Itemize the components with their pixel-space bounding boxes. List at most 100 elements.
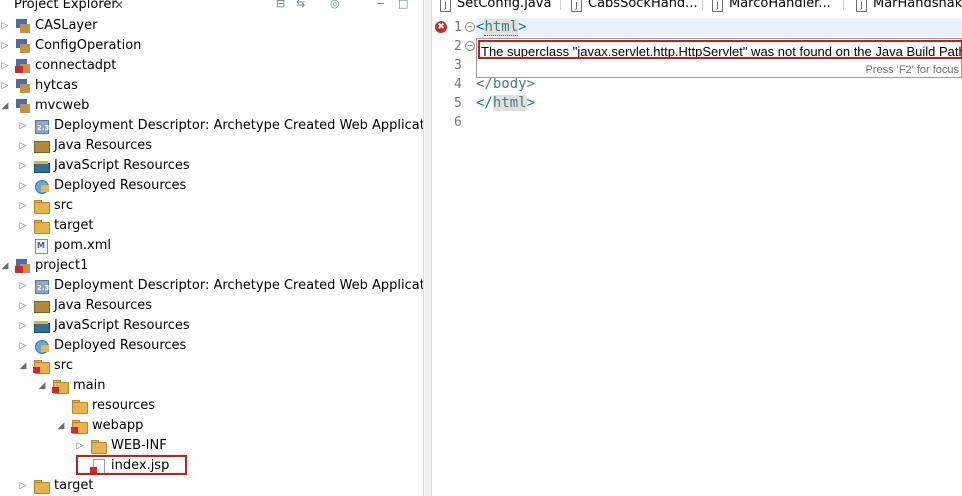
expand-arrow-icon[interactable]: ▷ bbox=[18, 276, 28, 296]
collapse-arrow-icon[interactable]: ◢ bbox=[0, 256, 10, 276]
expand-arrow-icon[interactable]: ▷ bbox=[0, 16, 10, 36]
maximize-icon[interactable]: □ bbox=[398, 0, 412, 10]
project-explorer-pane: Project Explorer ✕ ⊟ ⇆ ◎ − □ ▷ CASLayer … bbox=[0, 0, 423, 496]
tree-item-src[interactable]: ◢ src bbox=[0, 356, 423, 376]
java-resources-icon bbox=[33, 139, 50, 153]
expand-arrow-icon[interactable]: ▷ bbox=[0, 36, 10, 56]
expand-arrow-icon[interactable]: ▷ bbox=[18, 336, 28, 356]
project-explorer-title: Project Explorer bbox=[14, 0, 117, 12]
filter-icon[interactable]: ◎ bbox=[330, 0, 344, 10]
tree-item-label: target bbox=[54, 218, 94, 233]
link-with-editor-icon[interactable]: ⇆ bbox=[296, 0, 310, 10]
expand-arrow-icon[interactable]: ▷ bbox=[18, 476, 28, 496]
tree-item-caslayer[interactable]: ▷ CASLayer bbox=[0, 16, 423, 36]
tab-setconfig-java[interactable]: J SetConfig.java bbox=[440, 0, 551, 12]
project-icon bbox=[15, 79, 31, 93]
tab-separator bbox=[560, 0, 561, 10]
tree-item-connectadpt[interactable]: ▷ connectadpt bbox=[0, 56, 423, 76]
project-error-icon bbox=[15, 59, 31, 73]
line-number-gutter: 1− 2− 3 4 5 6 bbox=[432, 16, 476, 496]
tree-item-label: pom.xml bbox=[54, 238, 111, 253]
collapse-arrow-icon[interactable]: ◢ bbox=[37, 376, 47, 396]
tab-label: SetConfig.java bbox=[457, 0, 552, 11]
error-marker-icon[interactable]: ✖ bbox=[435, 21, 447, 33]
tree-item-web-inf[interactable]: ▷ WEB-INF bbox=[0, 436, 423, 456]
fold-collapse-icon[interactable]: − bbox=[465, 22, 475, 32]
tree-item-target[interactable]: ▷ target bbox=[0, 476, 423, 496]
expand-arrow-icon[interactable]: ▷ bbox=[0, 76, 10, 96]
tree-item-java-resources[interactable]: ▷ Java Resources bbox=[0, 296, 423, 316]
expand-arrow-icon[interactable]: ▷ bbox=[18, 116, 28, 136]
highlight-box bbox=[76, 455, 187, 475]
line-number: 3 bbox=[454, 58, 462, 73]
folder-icon bbox=[90, 439, 107, 454]
minimize-icon[interactable]: − bbox=[376, 0, 390, 10]
tree-item-webapp[interactable]: ◢ webapp bbox=[0, 416, 423, 436]
code-line-5: </html> bbox=[476, 95, 536, 111]
folder-icon bbox=[33, 219, 50, 234]
line-number: 2− bbox=[432, 37, 476, 56]
collapse-all-icon[interactable]: ⊟ bbox=[276, 0, 290, 10]
code-line-1: <html> bbox=[476, 18, 962, 37]
focus-hint: Press 'F2' for focus bbox=[865, 64, 959, 76]
folder-icon bbox=[33, 479, 50, 494]
error-hover-tooltip[interactable]: The superclass "javax.servlet.http.HttpS… bbox=[476, 38, 962, 78]
tree-item-label: ConfigOperation bbox=[35, 38, 142, 53]
tree-item-deployment-descriptor[interactable]: ▷ 2.3 Deployment Descriptor: Archetype C… bbox=[0, 276, 423, 296]
tree-item-main[interactable]: ◢ main bbox=[0, 376, 423, 396]
tab-marhandshake[interactable]: J MarHandshake bbox=[856, 0, 962, 12]
tree-item-deployment-descriptor[interactable]: ▷ 2.3 Deployment Descriptor: Archetype C… bbox=[0, 116, 423, 136]
line-number: 5 bbox=[454, 96, 462, 111]
tab-marcohandler[interactable]: J MarcoHandler... bbox=[712, 0, 831, 12]
tree-item-label: project1 bbox=[35, 258, 89, 273]
tab-cabssockhand[interactable]: J CabsSockHand... bbox=[571, 0, 698, 12]
deployment-descriptor-icon: 2.3 bbox=[33, 279, 49, 294]
close-icon[interactable]: ✕ bbox=[114, 0, 124, 14]
collapse-arrow-icon[interactable]: ◢ bbox=[0, 96, 10, 116]
tree-item-deployed-resources[interactable]: ▷ Deployed Resources bbox=[0, 176, 423, 196]
tree-item-resources[interactable]: resources bbox=[0, 396, 423, 416]
expand-arrow-icon[interactable]: ▷ bbox=[18, 316, 28, 336]
tree-item-index-jsp[interactable]: index.jsp bbox=[0, 456, 423, 476]
expand-arrow-icon[interactable]: ▷ bbox=[18, 136, 28, 156]
tree-item-project1[interactable]: ◢ project1 bbox=[0, 256, 423, 276]
tree-item-hytcas[interactable]: ▷ hytcas bbox=[0, 76, 423, 96]
fold-collapse-icon[interactable]: − bbox=[465, 41, 475, 51]
deployed-resources-icon bbox=[33, 179, 49, 194]
tree-item-deployed-resources[interactable]: ▷ Deployed Resources bbox=[0, 336, 423, 356]
expand-arrow-icon[interactable]: ▷ bbox=[18, 176, 28, 196]
expand-arrow-icon[interactable]: ▷ bbox=[18, 196, 28, 216]
tree-item-label: src bbox=[54, 198, 73, 213]
folder-icon bbox=[33, 199, 50, 214]
tree-item-label: connectadpt bbox=[35, 58, 117, 73]
collapse-arrow-icon[interactable]: ◢ bbox=[56, 416, 66, 436]
deployed-resources-icon bbox=[33, 339, 49, 354]
java-file-icon: J bbox=[440, 0, 451, 12]
expand-arrow-icon[interactable]: ▷ bbox=[18, 296, 28, 316]
pane-splitter[interactable] bbox=[423, 0, 432, 496]
tree-item-src[interactable]: ▷ src bbox=[0, 196, 423, 216]
tree-item-label: WEB-INF bbox=[111, 438, 167, 453]
tree-item-label: JavaScript Resources bbox=[54, 318, 190, 333]
tree-item-javascript-resources[interactable]: ▷ JavaScript Resources bbox=[0, 316, 423, 336]
tree-item-javascript-resources[interactable]: ▷ JavaScript Resources bbox=[0, 156, 423, 176]
tree-item-target[interactable]: ▷ target bbox=[0, 216, 423, 236]
expand-arrow-icon[interactable]: ▷ bbox=[18, 216, 28, 236]
tree-item-pom-xml[interactable]: M pom.xml bbox=[0, 236, 423, 256]
tree-item-configoperation[interactable]: ▷ ConfigOperation bbox=[0, 36, 423, 56]
java-file-icon: J bbox=[712, 0, 723, 12]
tab-separator bbox=[843, 0, 844, 10]
javascript-resources-icon bbox=[33, 319, 50, 333]
maven-project-error-icon bbox=[15, 259, 31, 273]
tab-label: MarHandshake bbox=[873, 0, 962, 11]
expand-arrow-icon[interactable]: ▷ bbox=[0, 56, 10, 76]
expand-arrow-icon[interactable]: ▷ bbox=[75, 436, 85, 456]
tree-item-java-resources[interactable]: ▷ Java Resources bbox=[0, 136, 423, 156]
maven-pom-icon: M bbox=[33, 239, 49, 254]
collapse-arrow-icon[interactable]: ◢ bbox=[18, 356, 28, 376]
expand-arrow-icon[interactable]: ▷ bbox=[18, 156, 28, 176]
deployment-descriptor-icon: 2.3 bbox=[33, 119, 49, 134]
project-icon bbox=[15, 39, 31, 53]
tree-item-label: hytcas bbox=[35, 78, 78, 93]
tree-item-mvcweb[interactable]: ◢ mvcweb bbox=[0, 96, 423, 116]
